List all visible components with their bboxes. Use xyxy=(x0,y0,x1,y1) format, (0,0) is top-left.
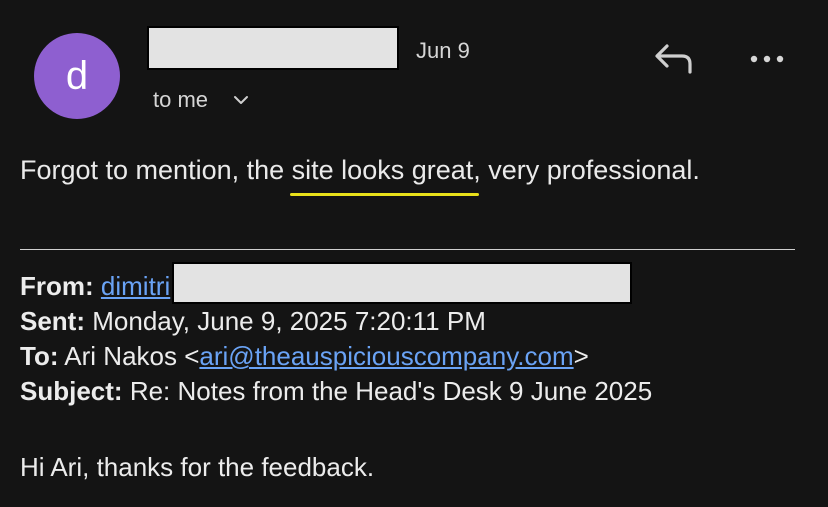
to-label: To: xyxy=(20,341,59,371)
quoted-header: From: dimitri Sent: Monday, June 9, 2025… xyxy=(20,262,652,409)
to-name: Ari Nakos < xyxy=(64,341,200,371)
message-date: Jun 9 xyxy=(416,38,470,63)
quote-divider xyxy=(20,249,795,250)
avatar[interactable]: d xyxy=(34,33,120,119)
more-options-button[interactable] xyxy=(748,50,788,68)
from-name-link[interactable]: dimitri xyxy=(101,271,170,301)
sent-value: Monday, June 9, 2025 7:20:11 PM xyxy=(92,306,486,336)
from-row: From: dimitri xyxy=(20,262,652,304)
more-icon xyxy=(750,55,784,63)
from-label: From: xyxy=(20,271,94,301)
redacted-sender-name xyxy=(147,26,399,70)
subject-label: Subject: xyxy=(20,376,123,406)
sent-label: Sent: xyxy=(20,306,85,336)
message-text-suffix: , very professional. xyxy=(473,155,700,185)
reply-button[interactable] xyxy=(652,42,696,76)
chevron-down-icon xyxy=(234,96,249,104)
sent-row: Sent: Monday, June 9, 2025 7:20:11 PM xyxy=(20,304,652,339)
redacted-from-address xyxy=(172,262,633,304)
quoted-greeting: Hi Ari, thanks for the feedback. xyxy=(20,452,375,482)
to-email-link[interactable]: ari@theauspiciouscompany.com xyxy=(199,341,573,371)
to-close: > xyxy=(573,341,589,371)
to-row: To: Ari Nakos <ari@theauspiciouscompany.… xyxy=(20,339,652,374)
message-text-prefix: Forgot to mention, the xyxy=(20,155,292,185)
subject-value: Re: Notes from the Head's Desk 9 June 20… xyxy=(129,376,653,406)
highlighted-phrase: site looks great xyxy=(289,155,479,196)
reply-icon xyxy=(655,44,692,74)
subject-row: Subject: Re: Notes from the Head's Desk … xyxy=(20,374,652,409)
message-body: Forgot to mention, the site looks great,… xyxy=(20,155,700,196)
recipient-details-toggle[interactable]: to me xyxy=(153,87,249,113)
recipient-label: to me xyxy=(153,87,209,112)
